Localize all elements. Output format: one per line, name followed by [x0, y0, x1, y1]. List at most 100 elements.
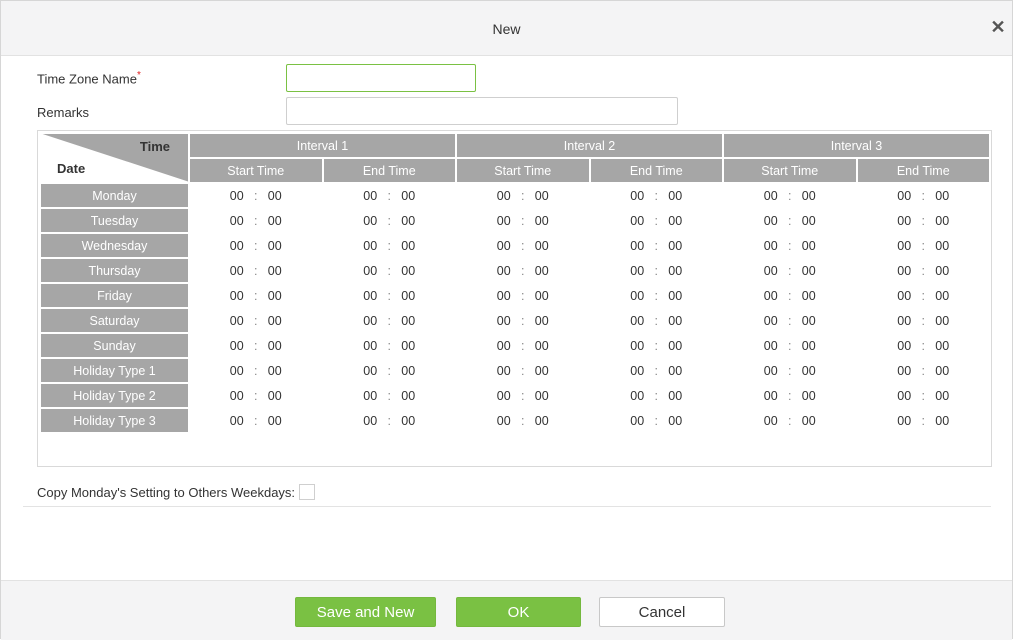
hour-field[interactable]: 00 [760, 289, 782, 303]
hour-field[interactable]: 00 [493, 339, 515, 353]
hour-field[interactable]: 00 [760, 214, 782, 228]
hour-field[interactable]: 00 [626, 239, 648, 253]
hour-field[interactable]: 00 [493, 314, 515, 328]
minute-field[interactable]: 00 [931, 364, 953, 378]
hour-field[interactable]: 00 [226, 289, 248, 303]
minute-field[interactable]: 00 [531, 389, 553, 403]
hour-field[interactable]: 00 [893, 339, 915, 353]
minute-field[interactable]: 00 [931, 289, 953, 303]
hour-field[interactable]: 00 [493, 414, 515, 428]
hour-field[interactable]: 00 [893, 289, 915, 303]
hour-field[interactable]: 00 [760, 364, 782, 378]
hour-field[interactable]: 00 [893, 364, 915, 378]
hour-field[interactable]: 00 [893, 239, 915, 253]
minute-field[interactable]: 00 [531, 364, 553, 378]
minute-field[interactable]: 00 [531, 264, 553, 278]
hour-field[interactable]: 00 [493, 214, 515, 228]
hour-field[interactable]: 00 [226, 414, 248, 428]
minute-field[interactable]: 00 [931, 339, 953, 353]
minute-field[interactable]: 00 [664, 289, 686, 303]
hour-field[interactable]: 00 [626, 339, 648, 353]
minute-field[interactable]: 00 [931, 314, 953, 328]
remarks-input[interactable] [286, 97, 678, 125]
hour-field[interactable]: 00 [359, 364, 381, 378]
hour-field[interactable]: 00 [359, 414, 381, 428]
hour-field[interactable]: 00 [493, 364, 515, 378]
minute-field[interactable]: 00 [931, 414, 953, 428]
minute-field[interactable]: 00 [264, 214, 286, 228]
minute-field[interactable]: 00 [798, 239, 820, 253]
hour-field[interactable]: 00 [493, 264, 515, 278]
minute-field[interactable]: 00 [798, 339, 820, 353]
minute-field[interactable]: 00 [264, 314, 286, 328]
minute-field[interactable]: 00 [798, 189, 820, 203]
minute-field[interactable]: 00 [931, 214, 953, 228]
hour-field[interactable]: 00 [226, 364, 248, 378]
hour-field[interactable]: 00 [359, 289, 381, 303]
hour-field[interactable]: 00 [493, 389, 515, 403]
hour-field[interactable]: 00 [760, 339, 782, 353]
hour-field[interactable]: 00 [893, 264, 915, 278]
hour-field[interactable]: 00 [893, 389, 915, 403]
minute-field[interactable]: 00 [397, 414, 419, 428]
minute-field[interactable]: 00 [531, 189, 553, 203]
hour-field[interactable]: 00 [760, 389, 782, 403]
hour-field[interactable]: 00 [493, 189, 515, 203]
minute-field[interactable]: 00 [397, 189, 419, 203]
minute-field[interactable]: 00 [931, 189, 953, 203]
minute-field[interactable]: 00 [264, 289, 286, 303]
hour-field[interactable]: 00 [226, 314, 248, 328]
ok-button[interactable]: OK [456, 597, 581, 627]
minute-field[interactable]: 00 [798, 414, 820, 428]
hour-field[interactable]: 00 [359, 314, 381, 328]
minute-field[interactable]: 00 [264, 239, 286, 253]
minute-field[interactable]: 00 [397, 364, 419, 378]
minute-field[interactable]: 00 [397, 314, 419, 328]
hour-field[interactable]: 00 [226, 389, 248, 403]
copy-monday-checkbox[interactable] [299, 484, 316, 500]
hour-field[interactable]: 00 [626, 264, 648, 278]
minute-field[interactable]: 00 [531, 414, 553, 428]
minute-field[interactable]: 00 [531, 214, 553, 228]
hour-field[interactable]: 00 [359, 189, 381, 203]
minute-field[interactable]: 00 [264, 189, 286, 203]
hour-field[interactable]: 00 [626, 314, 648, 328]
minute-field[interactable]: 00 [531, 339, 553, 353]
hour-field[interactable]: 00 [760, 189, 782, 203]
minute-field[interactable]: 00 [931, 389, 953, 403]
minute-field[interactable]: 00 [931, 264, 953, 278]
hour-field[interactable]: 00 [760, 314, 782, 328]
minute-field[interactable]: 00 [531, 314, 553, 328]
minute-field[interactable]: 00 [264, 264, 286, 278]
save-and-new-button[interactable]: Save and New [295, 597, 436, 627]
hour-field[interactable]: 00 [226, 339, 248, 353]
hour-field[interactable]: 00 [493, 239, 515, 253]
minute-field[interactable]: 00 [397, 264, 419, 278]
minute-field[interactable]: 00 [664, 214, 686, 228]
minute-field[interactable]: 00 [664, 389, 686, 403]
minute-field[interactable]: 00 [798, 264, 820, 278]
hour-field[interactable]: 00 [359, 339, 381, 353]
minute-field[interactable]: 00 [264, 339, 286, 353]
close-icon[interactable]: ✕ [989, 18, 1007, 36]
hour-field[interactable]: 00 [893, 214, 915, 228]
minute-field[interactable]: 00 [397, 389, 419, 403]
minute-field[interactable]: 00 [531, 289, 553, 303]
hour-field[interactable]: 00 [359, 214, 381, 228]
hour-field[interactable]: 00 [493, 289, 515, 303]
minute-field[interactable]: 00 [664, 364, 686, 378]
minute-field[interactable]: 00 [397, 289, 419, 303]
minute-field[interactable]: 00 [664, 414, 686, 428]
minute-field[interactable]: 00 [798, 389, 820, 403]
hour-field[interactable]: 00 [226, 239, 248, 253]
minute-field[interactable]: 00 [798, 289, 820, 303]
minute-field[interactable]: 00 [264, 414, 286, 428]
minute-field[interactable]: 00 [664, 189, 686, 203]
hour-field[interactable]: 00 [359, 389, 381, 403]
hour-field[interactable]: 00 [626, 364, 648, 378]
minute-field[interactable]: 00 [531, 239, 553, 253]
hour-field[interactable]: 00 [760, 239, 782, 253]
minute-field[interactable]: 00 [264, 364, 286, 378]
minute-field[interactable]: 00 [397, 339, 419, 353]
minute-field[interactable]: 00 [397, 214, 419, 228]
